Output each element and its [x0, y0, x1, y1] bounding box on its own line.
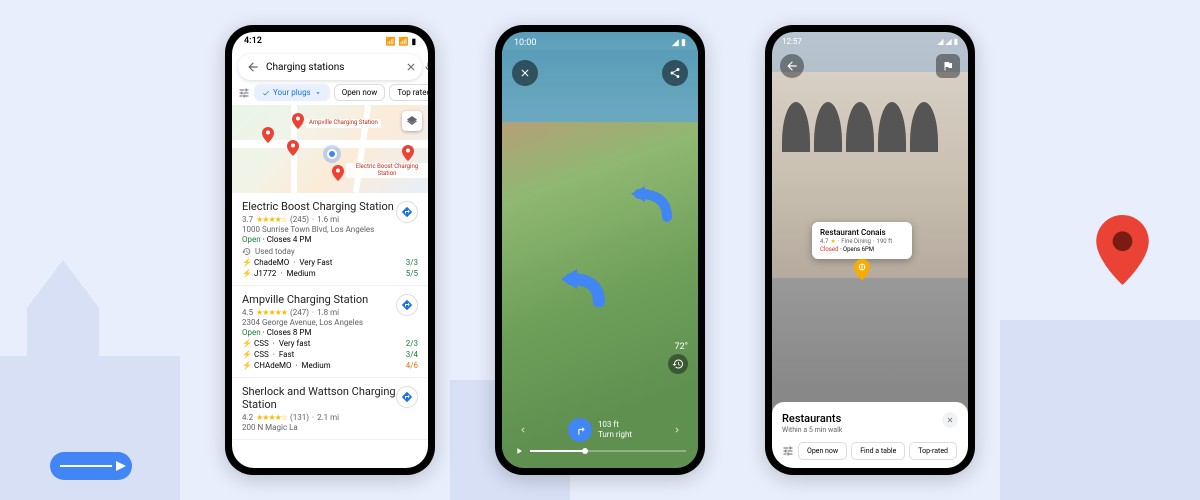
prev-step-button[interactable] [514, 421, 532, 439]
filter-row: Your plugs Open now Top rated [232, 84, 428, 105]
result-title: Sherlock and Wattson Charging Station [242, 385, 418, 411]
map-pin[interactable] [292, 113, 304, 129]
ar-turn-arrow [627, 182, 677, 222]
map-pin[interactable] [287, 140, 299, 156]
progress-bar[interactable] [502, 441, 698, 460]
filter-top-rated[interactable]: Top rated [389, 84, 428, 101]
directions-button[interactable] [396, 386, 418, 408]
ar-turn-arrow [557, 267, 607, 307]
map-view[interactable]: Ampville Charging Station Electric Boost… [232, 105, 428, 193]
results-list[interactable]: Electric Boost Charging Station 3.7 ★★★★… [232, 193, 428, 440]
phone-ar-navigation: 10:00 ◢ ▮ 72° 103 ft [495, 25, 705, 475]
map-label-ampville: Ampville Charging Station [306, 119, 381, 128]
battery-icon: ▮ [412, 37, 416, 46]
status-time: 4:12 [244, 36, 262, 46]
back-button[interactable] [780, 54, 804, 78]
result-title: Ampville Charging Station [242, 293, 418, 306]
status-icons: ◢ ▮ [672, 38, 686, 48]
status-bar: 12:57 ◢ ◢ ▮ [772, 32, 968, 51]
status-time: 10:00 [514, 38, 536, 48]
place-card[interactable]: Restaurant Conais 4.7 ★ · Fine Dining · … [812, 222, 912, 259]
weather-time-icon[interactable] [668, 354, 688, 374]
sheet-title: Restaurants [782, 412, 842, 425]
tune-icon[interactable] [238, 86, 250, 100]
status-icons: 📶 📶 ▮ [386, 37, 416, 46]
temperature: 72° [668, 342, 688, 352]
chip-open-now[interactable]: Open now [798, 442, 847, 460]
report-button[interactable] [936, 54, 960, 78]
close-button[interactable] [512, 60, 538, 86]
weather-widget: 72° [668, 342, 688, 374]
bottom-sheet[interactable]: Restaurants Within a 5 min walk Open now… [772, 402, 968, 468]
phone-lens-restaurants: 12:57 ◢ ◢ ▮ Restaurant Conais 4.7 ★ · Fi… [765, 25, 975, 475]
star-icon: ★ [830, 238, 835, 245]
tune-icon[interactable] [782, 442, 794, 460]
stars-icon: ★★★★☆ [256, 215, 287, 224]
phone-maps-search: 4:12 📶 📶 ▮ Your plugs Open now Top rated [225, 25, 435, 475]
filter-your-plugs[interactable]: Your plugs [254, 84, 330, 101]
result-title: Electric Boost Charging Station [242, 200, 418, 213]
history-icon [242, 247, 251, 256]
bolt-icon: ⚡ [242, 361, 250, 370]
chip-find-table[interactable]: Find a table [851, 442, 905, 460]
stars-icon: ★★★★☆ [256, 413, 287, 422]
turn-right-icon [568, 418, 592, 442]
status-bar: 10:00 ◢ ▮ [502, 32, 698, 54]
share-button[interactable] [662, 60, 688, 86]
result-item[interactable]: Sherlock and Wattson Charging Station 4.… [232, 378, 428, 440]
chip-top-rated[interactable]: Top-rated [909, 442, 957, 460]
map-label-electric: Electric Boost Charging Station [346, 163, 428, 178]
place-name: Restaurant Conais [820, 228, 904, 237]
signal-icon: 📶 [386, 37, 396, 46]
map-pin[interactable] [332, 165, 344, 181]
layers-button[interactable] [402, 111, 422, 131]
directions-button[interactable] [396, 294, 418, 316]
next-step-button[interactable] [668, 421, 686, 439]
map-pin[interactable] [262, 127, 274, 143]
wifi-icon: 📶 [399, 37, 409, 46]
result-item[interactable]: Ampville Charging Station 4.5 ★★★★★ (247… [232, 286, 428, 378]
status-icons: ◢ ◢ ▮ [937, 37, 958, 46]
filter-open-now[interactable]: Open now [334, 84, 386, 101]
bolt-icon: ⚡ [242, 350, 250, 359]
stars-icon: ★★★★★ [256, 308, 287, 317]
result-item[interactable]: Electric Boost Charging Station 3.7 ★★★★… [232, 193, 428, 286]
status-time: 12:57 [782, 37, 802, 46]
place-pin-icon [854, 259, 870, 279]
current-location-dot [327, 149, 337, 159]
direction-instruction: 103 ft Turn right [568, 418, 632, 442]
directions-button[interactable] [396, 201, 418, 223]
bolt-icon: ⚡ [242, 258, 250, 267]
status-bar: 4:12 📶 📶 ▮ [232, 32, 428, 50]
search-input[interactable] [266, 62, 399, 73]
map-pin[interactable] [402, 145, 414, 161]
voice-icon[interactable] [423, 59, 428, 75]
clear-icon[interactable] [405, 59, 417, 75]
close-sheet-button[interactable] [942, 412, 958, 428]
bolt-icon: ⚡ [242, 269, 250, 278]
sheet-subtitle: Within a 5 min walk [782, 426, 842, 434]
back-icon[interactable] [246, 59, 260, 75]
play-button[interactable] [514, 441, 524, 460]
bolt-icon: ⚡ [242, 339, 250, 348]
search-bar[interactable] [238, 54, 422, 80]
